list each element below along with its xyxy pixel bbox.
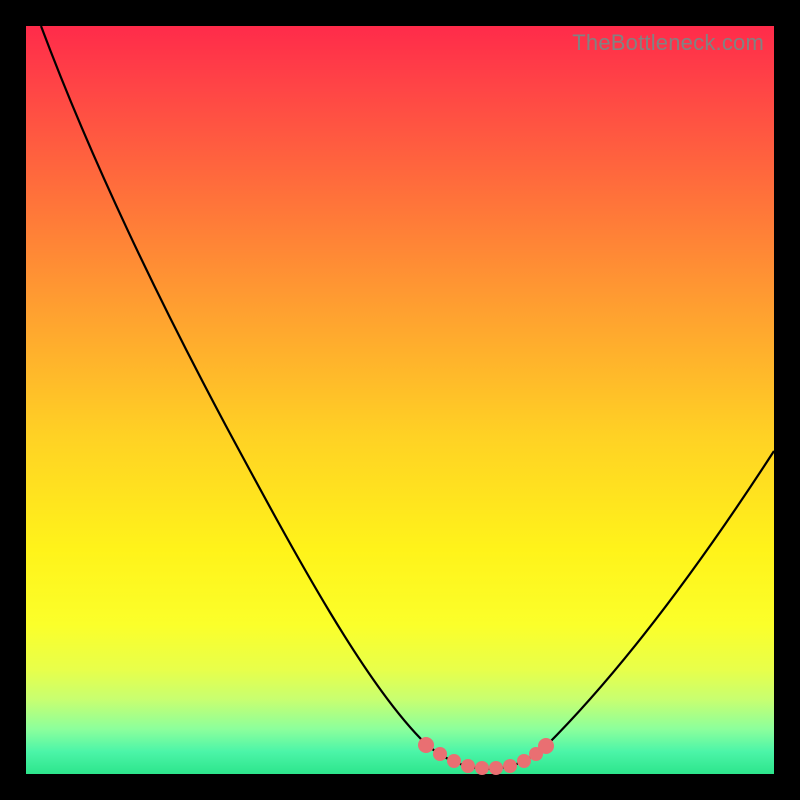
highlight-dots <box>418 737 554 775</box>
bottleneck-curve <box>41 26 774 769</box>
chart-container: TheBottleneck.com <box>0 0 800 800</box>
chart-svg <box>26 26 774 774</box>
plot-area: TheBottleneck.com <box>26 26 774 774</box>
